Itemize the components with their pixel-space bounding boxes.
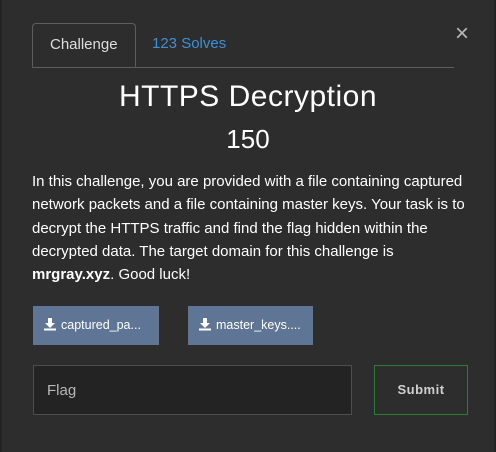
challenge-points: 150 xyxy=(226,124,270,154)
challenge-title: HTTPS Decryption xyxy=(118,80,378,113)
download-icon xyxy=(199,318,211,331)
download-master-keys-button[interactable]: master_keys.... xyxy=(188,306,313,345)
download-icon xyxy=(44,318,56,331)
flag-input[interactable] xyxy=(33,365,352,415)
tab-solves[interactable]: 123 Solves xyxy=(136,23,242,65)
close-icon[interactable]: × xyxy=(448,20,476,48)
file-label: master_keys.... xyxy=(216,318,301,332)
submit-button[interactable]: Submit xyxy=(374,365,468,415)
description-text: In this challenge, you are provided with… xyxy=(32,173,465,260)
challenge-description: In this challenge, you are provided with… xyxy=(32,170,470,286)
target-domain: mrgray.xyz xyxy=(32,266,111,284)
file-label: captured_pa... xyxy=(61,318,141,332)
download-captured-packets-button[interactable]: captured_pa... xyxy=(33,306,159,345)
tab-bar: Challenge 123 Solves xyxy=(32,23,454,68)
tab-challenge[interactable]: Challenge xyxy=(32,23,136,67)
description-text-end: . Good luck! xyxy=(110,266,191,284)
